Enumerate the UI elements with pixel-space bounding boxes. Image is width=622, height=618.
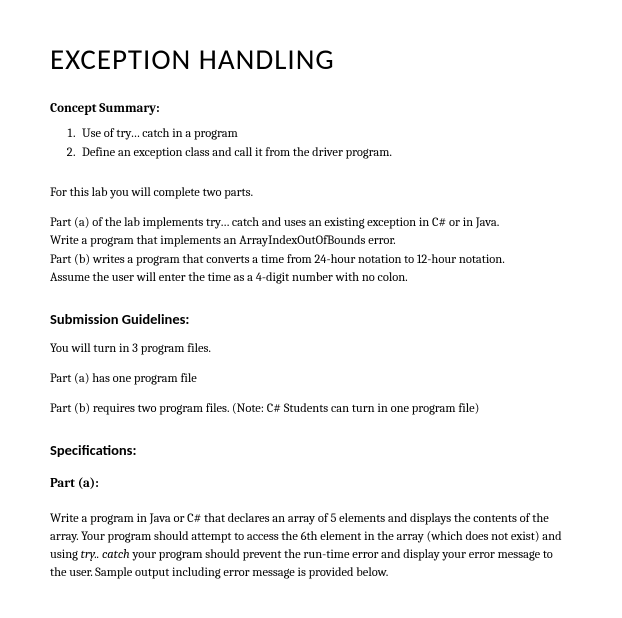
submission-line-3: Part (b) requires two program files. (No… — [50, 400, 572, 418]
intro-block: Part (a) of the lab implements try… catc… — [50, 214, 572, 287]
submission-heading: Submission Guidelines: — [50, 309, 572, 330]
list-item: Use of try… catch in a program — [78, 125, 572, 143]
intro-part-a-1: Part (a) of the lab implements try… catc… — [50, 214, 572, 232]
part-a-heading: Part (a): — [50, 475, 572, 494]
intro-part-b-1: Part (b) writes a program that converts … — [50, 251, 572, 269]
try-catch-italic: try.. catch — [81, 548, 130, 562]
intro-line: For this lab you will complete two parts… — [50, 184, 572, 202]
submission-line-1: You will turn in 3 program files. — [50, 340, 572, 358]
submission-line-2: Part (a) has one program file — [50, 370, 572, 388]
concept-summary-heading: Concept Summary: — [50, 100, 572, 119]
part-a-text: Write a program in Java or C# that decla… — [50, 510, 572, 583]
concept-list: Use of try… catch in a program Define an… — [78, 125, 572, 162]
specifications-heading: Specifications: — [50, 440, 572, 461]
intro-part-a-2: Write a program that implements an Array… — [50, 232, 572, 250]
list-item: Define an exception class and call it fr… — [78, 144, 572, 162]
intro-part-b-2: Assume the user will enter the time as a… — [50, 269, 572, 287]
page-title: EXCEPTION HANDLING — [50, 38, 572, 80]
